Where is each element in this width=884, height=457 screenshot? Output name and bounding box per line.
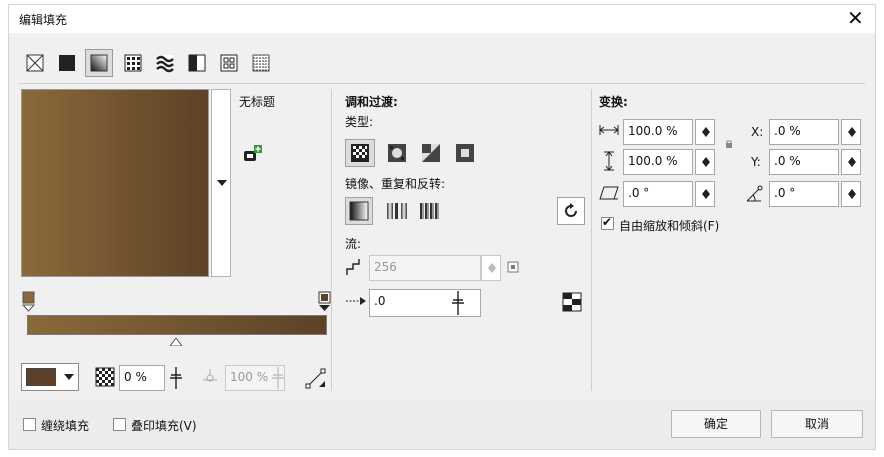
title-bar: [9, 5, 875, 33]
transform-heading: 变换:: [599, 95, 628, 109]
section-divider-right: [591, 89, 592, 391]
acceleration-icon: [346, 297, 366, 305]
x-field[interactable]: .0 %: [769, 119, 839, 145]
chevron-down-icon: [64, 374, 74, 380]
vector-pattern-icon[interactable]: [123, 53, 143, 73]
fill-height-field[interactable]: 100.0 %: [623, 149, 693, 175]
skew-spinner[interactable]: [695, 181, 715, 207]
slider-handle-disabled-icon: [272, 367, 284, 389]
ok-button[interactable]: 确定: [671, 410, 761, 438]
dialog-title: 编辑填充: [19, 13, 68, 27]
default-fill-icon[interactable]: [349, 201, 369, 221]
rotate-field[interactable]: .0 °: [769, 181, 839, 207]
fill-type-toolbar: [25, 49, 295, 77]
cancel-button[interactable]: 取消: [771, 410, 863, 438]
fill-width-spinner[interactable]: [695, 119, 715, 145]
type-label: 类型:: [345, 115, 374, 129]
mirror-repeat-label: 镜像、重复和反转:: [345, 177, 446, 191]
toolbar-divider: [19, 83, 865, 84]
two-color-pattern-icon[interactable]: [187, 53, 207, 73]
fill-height-spinner[interactable]: [695, 149, 715, 175]
postscript-fill-icon[interactable]: [251, 53, 271, 73]
gradient-bar[interactable]: [27, 315, 327, 335]
transparency-field[interactable]: 0 %: [119, 365, 165, 391]
width-icon: [599, 125, 619, 135]
rotate-icon: [746, 185, 763, 202]
edit-fill-dialog: 编辑填充 ✕ 无标题 0 % 100 % 调和过渡: 类型: 镜像、重复和反转:…: [8, 4, 876, 450]
color-blend-icon[interactable]: [305, 367, 327, 389]
x-spinner[interactable]: [841, 119, 861, 145]
elliptical-type-icon[interactable]: [387, 143, 407, 163]
fountain-fill-icon[interactable]: [89, 53, 109, 73]
y-label: Y:: [751, 155, 761, 169]
steps-field[interactable]: 256: [369, 255, 481, 281]
preset-name: 无标题: [239, 95, 276, 109]
no-fill-icon[interactable]: [25, 53, 45, 73]
free-scale-label: 自由缩放和倾斜(F): [619, 219, 720, 233]
y-spinner[interactable]: [841, 149, 861, 175]
rectangular-type-icon[interactable]: [455, 143, 475, 163]
midpoint-marker[interactable]: [170, 338, 182, 346]
fill-preview: [21, 89, 209, 277]
reverse-icon: [565, 203, 577, 217]
start-node-marker[interactable]: [21, 291, 37, 315]
free-scale-checkbox[interactable]: [601, 215, 614, 230]
uniform-fill-icon[interactable]: [57, 53, 77, 73]
overprint-checkbox[interactable]: [113, 418, 126, 431]
x-label: X:: [751, 125, 764, 139]
close-icon[interactable]: ✕: [847, 7, 864, 29]
repeat-icon[interactable]: [419, 201, 441, 221]
preset-dropdown-button[interactable]: [211, 89, 231, 277]
texture-fill-icon[interactable]: [219, 53, 239, 73]
node-color-picker[interactable]: [21, 363, 79, 391]
blend-heading: 调和过渡:: [345, 95, 398, 109]
rotate-spinner[interactable]: [841, 181, 861, 207]
height-icon: [604, 151, 614, 171]
slider-handle-icon[interactable]: [451, 291, 465, 315]
lock-steps-icon[interactable]: [507, 261, 519, 273]
conical-type-icon[interactable]: [421, 143, 441, 163]
slider-handle-icon[interactable]: [169, 367, 183, 389]
wrap-fill-label: 缠绕填充: [41, 419, 90, 433]
smooth-transition-icon[interactable]: [561, 291, 583, 313]
node-color-swatch: [26, 368, 56, 386]
skew-field[interactable]: .0 °: [623, 181, 693, 207]
flow-label: 流:: [345, 237, 362, 251]
bitmap-pattern-icon[interactable]: [155, 53, 175, 73]
overprint-label: 叠印填充(V): [131, 419, 197, 433]
chevron-down-icon: [217, 180, 227, 186]
wrap-fill-checkbox[interactable]: [23, 418, 36, 431]
skew-icon: [599, 186, 619, 200]
reverse-button[interactable]: [557, 197, 585, 225]
y-field[interactable]: .0 %: [769, 149, 839, 175]
linear-type-icon[interactable]: [350, 143, 370, 163]
add-preset-icon[interactable]: [243, 145, 263, 163]
fill-width-field[interactable]: 100.0 %: [623, 119, 693, 145]
repeat-mirror-icon[interactable]: [386, 201, 408, 221]
node-position-icon: [203, 369, 217, 382]
section-divider-left: [331, 89, 332, 391]
lock-ratio-icon[interactable]: [725, 139, 733, 149]
transparency-icon: [95, 367, 115, 387]
steps-icon: [346, 259, 360, 275]
steps-spinner[interactable]: [481, 255, 501, 281]
